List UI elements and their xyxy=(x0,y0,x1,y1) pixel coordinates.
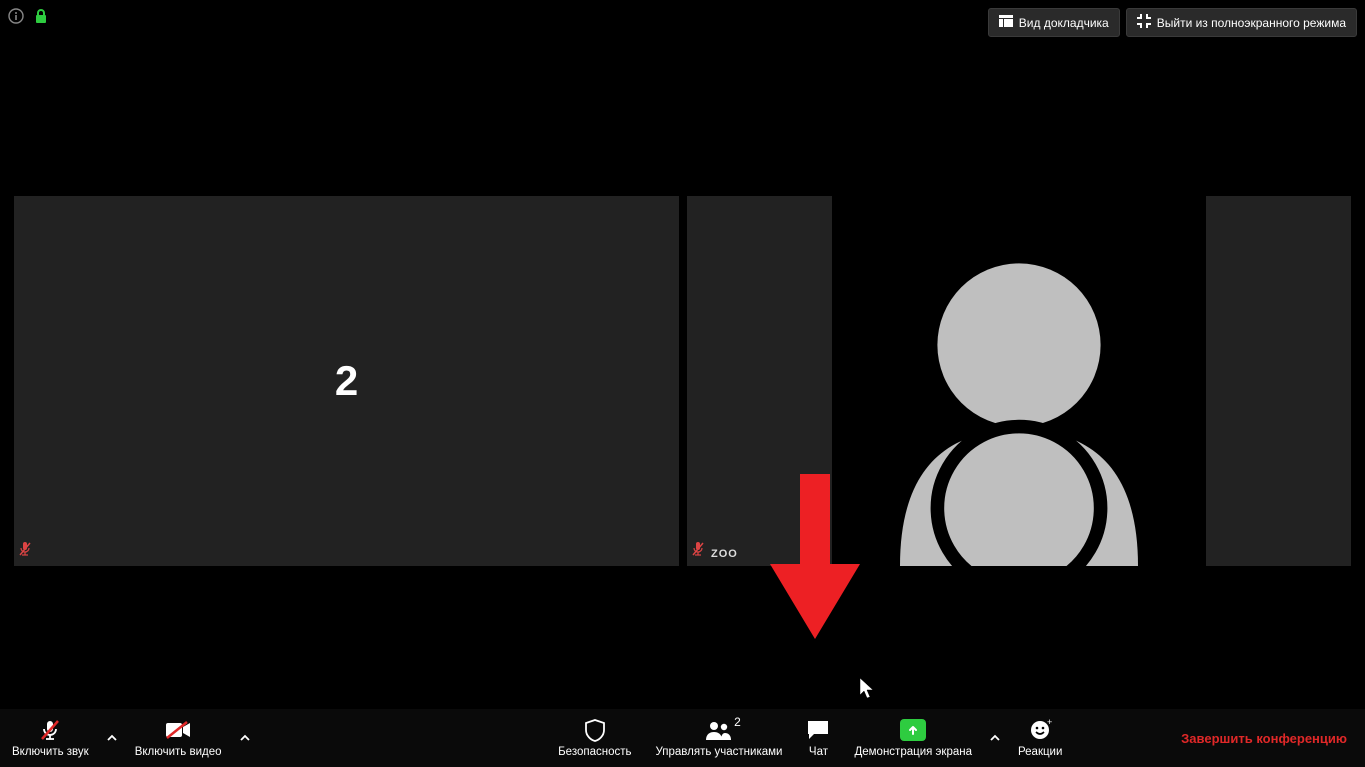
video-options-chevron[interactable] xyxy=(234,709,256,767)
audio-options-chevron[interactable] xyxy=(101,709,123,767)
exit-fullscreen-icon xyxy=(1137,14,1151,31)
exit-fullscreen-label: Выйти из полноэкранного режима xyxy=(1157,16,1346,30)
security-label: Безопасность xyxy=(558,746,631,758)
mic-muted-icon xyxy=(38,718,62,742)
exit-fullscreen-button[interactable]: Выйти из полноэкранного режима xyxy=(1126,8,1357,37)
grid-icon xyxy=(999,15,1013,30)
participants-count: 2 xyxy=(734,715,741,729)
participant-tile-1[interactable]: 2 xyxy=(14,196,679,566)
reactions-label: Реакции xyxy=(1018,746,1062,758)
svg-text:+: + xyxy=(1047,718,1052,727)
avatar-icon xyxy=(849,226,1189,566)
speaker-view-label: Вид докладчика xyxy=(1019,16,1109,30)
chat-icon xyxy=(806,718,830,742)
chat-button[interactable]: Чат xyxy=(794,709,842,767)
audio-video-group: Включить звук Включить видео xyxy=(0,709,256,767)
camera-off-icon xyxy=(165,718,191,742)
shield-icon xyxy=(584,718,606,742)
muted-mic-icon xyxy=(18,541,32,562)
lock-icon[interactable] xyxy=(34,8,48,24)
top-bar: Вид докладчика Выйти из полноэкранного р… xyxy=(0,0,1365,40)
tile-1-label: 2 xyxy=(335,357,358,405)
participants-button[interactable]: 2 Управлять участниками xyxy=(643,709,794,767)
mouse-cursor-icon xyxy=(860,678,876,700)
end-meeting-button[interactable]: Завершить конференцию xyxy=(1173,709,1355,767)
top-left-icons xyxy=(8,8,48,24)
start-video-label: Включить видео xyxy=(135,746,222,758)
annotation-arrow-icon xyxy=(765,474,865,644)
muted-mic-icon xyxy=(691,541,705,562)
info-icon[interactable] xyxy=(8,8,24,24)
speaker-view-button[interactable]: Вид докладчика xyxy=(988,8,1120,37)
bottom-toolbar: Включить звук Включить видео Безопасност… xyxy=(0,709,1365,767)
start-video-button[interactable]: Включить видео xyxy=(123,709,234,767)
unmute-button[interactable]: Включить звук xyxy=(0,709,101,767)
share-screen-button[interactable]: Демонстрация экрана xyxy=(842,709,984,767)
participant-name: ZOO xyxy=(711,548,738,560)
share-label: Демонстрация экрана xyxy=(854,746,972,758)
tile-2-right-bar xyxy=(1206,196,1351,566)
video-gallery: 2 ZOO xyxy=(14,196,1351,566)
share-icon xyxy=(900,718,926,742)
end-meeting-label: Завершить конференцию xyxy=(1181,731,1347,746)
participants-label: Управлять участниками xyxy=(655,746,782,758)
center-group: Безопасность 2 Управлять участниками Чат… xyxy=(546,709,1074,767)
people-icon xyxy=(705,718,733,742)
share-options-chevron[interactable] xyxy=(984,709,1006,767)
chat-label: Чат xyxy=(809,746,828,758)
security-button[interactable]: Безопасность xyxy=(546,709,643,767)
reactions-button[interactable]: + Реакции xyxy=(1006,709,1074,767)
smiley-icon: + xyxy=(1028,718,1052,742)
top-right-buttons: Вид докладчика Выйти из полноэкранного р… xyxy=(988,8,1357,37)
unmute-label: Включить звук xyxy=(12,746,89,758)
